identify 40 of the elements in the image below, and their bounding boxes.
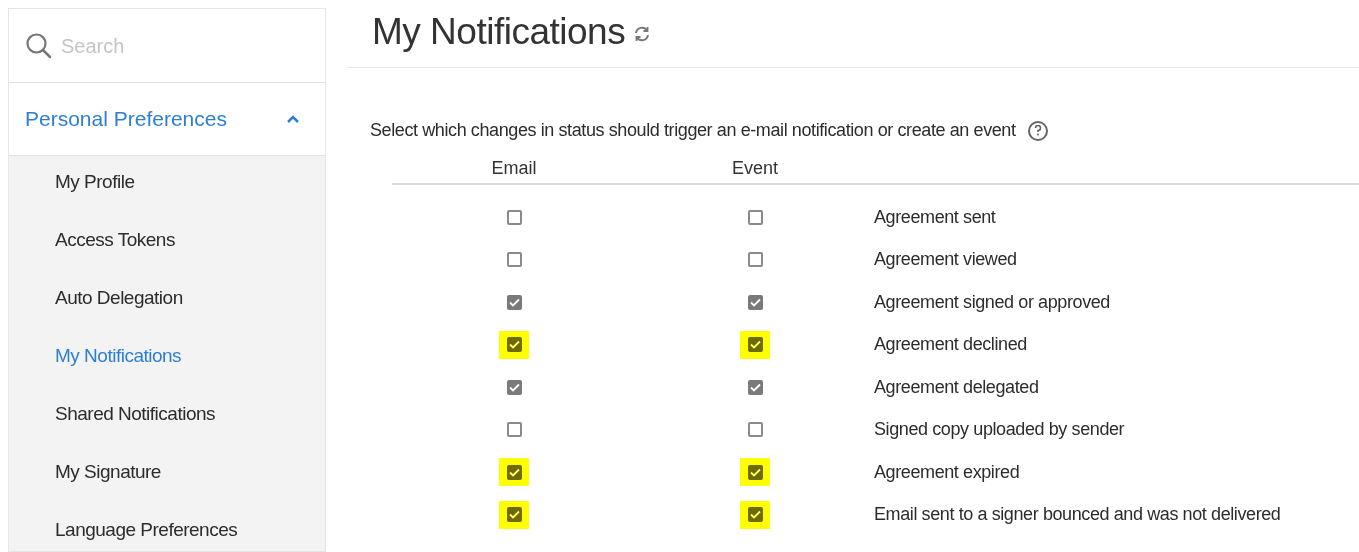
event-label: Agreement delegated xyxy=(874,375,1039,399)
event-label: Agreement expired xyxy=(874,460,1020,484)
sidebar-item[interactable]: My Profile xyxy=(55,170,325,193)
checkbox[interactable] xyxy=(506,294,522,310)
checkbox[interactable] xyxy=(747,337,763,353)
checkbox[interactable] xyxy=(506,379,522,395)
checkbox[interactable] xyxy=(506,422,522,438)
chevron-up-icon xyxy=(285,114,301,124)
checkbox[interactable] xyxy=(506,209,522,225)
checkbox[interactable] xyxy=(747,507,763,523)
checkbox[interactable] xyxy=(747,209,763,225)
checkbox[interactable] xyxy=(506,337,522,353)
page-title: My Notifications xyxy=(372,9,626,54)
column-header: Email xyxy=(490,157,538,180)
sidebar-item[interactable]: Shared Notifications xyxy=(55,402,325,425)
sidebar-item[interactable]: Language Preferences xyxy=(55,518,325,541)
event-label: Agreement viewed xyxy=(874,248,1017,272)
search-field[interactable]: Search xyxy=(61,30,261,61)
instruction-text: Select which changes in status should trigger an e-mail notification or create an event xyxy=(370,119,1016,142)
refresh-icon[interactable] xyxy=(633,24,652,43)
checkbox[interactable] xyxy=(747,422,763,438)
event-label: Agreement sent xyxy=(874,205,996,229)
checkbox[interactable] xyxy=(747,379,763,395)
event-label: Agreement declined xyxy=(874,333,1027,357)
search-icon xyxy=(25,31,53,60)
event-label: Signed copy uploaded by sender xyxy=(874,418,1125,442)
event-label: Email sent to a signer bounced and was not delivered xyxy=(874,503,1281,527)
event-label: Agreement signed or approved xyxy=(874,290,1110,314)
checkbox[interactable] xyxy=(747,294,763,310)
sidebar-item[interactable]: Access Tokens xyxy=(55,228,325,251)
checkbox[interactable] xyxy=(506,252,522,268)
column-header: Event xyxy=(731,157,779,180)
checkbox[interactable] xyxy=(506,464,522,480)
sidebar-item[interactable]: Auto Delegation xyxy=(55,286,325,309)
checkbox[interactable] xyxy=(747,252,763,268)
checkbox[interactable] xyxy=(747,464,763,480)
checkbox[interactable] xyxy=(506,507,522,523)
sidebar-item[interactable]: My Signature xyxy=(55,460,325,483)
sidebar-item[interactable]: My Notifications xyxy=(55,344,325,367)
help-icon[interactable] xyxy=(1027,120,1048,141)
